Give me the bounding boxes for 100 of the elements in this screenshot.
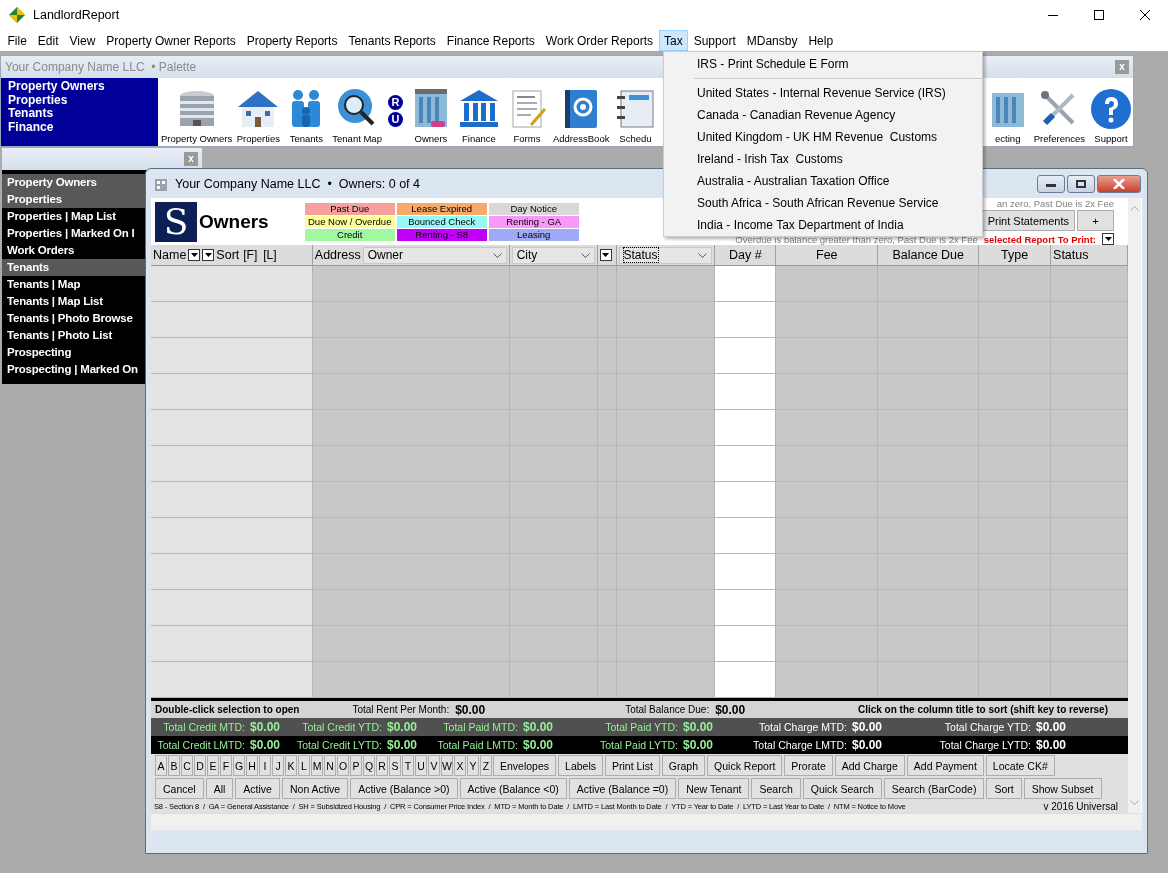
menu-item[interactable]: Tax bbox=[658, 30, 689, 51]
menu-item[interactable]: Work Order Reports bbox=[540, 30, 659, 51]
toolbar-button[interactable]: Finance bbox=[456, 87, 501, 144]
toolbar-button[interactable]: Preferences bbox=[1033, 87, 1085, 144]
action-button[interactable]: Graph bbox=[661, 755, 706, 776]
menu-item[interactable]: Canada - Canadian Revenue Agency bbox=[664, 104, 982, 126]
letter-button[interactable]: H bbox=[246, 755, 258, 776]
toolbar-button[interactable]: Support bbox=[1089, 87, 1133, 144]
letter-button[interactable]: B bbox=[168, 755, 180, 776]
section-header[interactable]: Property Owners bbox=[2, 174, 145, 191]
menu-item[interactable]: Tenants Reports bbox=[342, 30, 442, 51]
filter-button[interactable]: Sort bbox=[986, 778, 1022, 799]
letter-button[interactable]: A bbox=[155, 755, 167, 776]
column-header[interactable]: Status bbox=[1053, 248, 1089, 262]
letter-badge[interactable]: U bbox=[387, 112, 403, 127]
menu-item[interactable]: MDansby bbox=[741, 30, 803, 51]
action-button[interactable]: Envelopes bbox=[493, 755, 557, 776]
letter-badge[interactable]: R bbox=[387, 95, 403, 110]
dropdown-button[interactable] bbox=[188, 249, 201, 261]
toolbar-button[interactable]: Property Owners bbox=[161, 87, 233, 144]
letter-button[interactable]: T bbox=[402, 755, 414, 776]
menu-item[interactable]: Ireland - Irish Tax Customs bbox=[664, 148, 982, 170]
menu-item[interactable]: Property Owner Reports bbox=[100, 30, 242, 51]
owner-dropdown[interactable]: Owner bbox=[362, 246, 507, 264]
filter-button[interactable]: Active (Balance <0) bbox=[459, 778, 567, 799]
action-button[interactable]: Add Payment bbox=[906, 755, 984, 776]
city-dropdown[interactable]: City bbox=[511, 246, 595, 264]
filter-button[interactable]: Search (BarCode) bbox=[883, 778, 985, 799]
letter-button[interactable]: D bbox=[194, 755, 206, 776]
letter-button[interactable]: P bbox=[350, 755, 362, 776]
filter-button[interactable]: Non Active bbox=[281, 778, 349, 799]
menu-item[interactable]: United States - Internal Revenue Service (IRS) bbox=[664, 82, 982, 104]
letter-button[interactable]: I bbox=[259, 755, 271, 776]
action-button[interactable]: Locate CK# bbox=[985, 755, 1055, 776]
palette-nav-link[interactable]: Properties bbox=[8, 93, 158, 107]
sort-first-toggle[interactable]: [F] bbox=[241, 248, 260, 262]
toolbar-button[interactable]: Forms bbox=[504, 87, 549, 144]
dropdown-button[interactable] bbox=[599, 249, 612, 261]
action-button[interactable]: Prorate bbox=[784, 755, 833, 776]
sort-last-toggle[interactable]: [L] bbox=[261, 248, 279, 262]
column-header[interactable]: Balance Due bbox=[892, 248, 964, 262]
filter-button[interactable]: New Tenant bbox=[678, 778, 750, 799]
letter-button[interactable]: R bbox=[376, 755, 388, 776]
close-button[interactable] bbox=[1097, 174, 1141, 193]
filter-button[interactable]: Cancel bbox=[155, 778, 204, 799]
header-button[interactable]: + bbox=[1077, 210, 1114, 231]
column-header[interactable]: Day # bbox=[729, 248, 762, 262]
letter-button[interactable]: Q bbox=[363, 755, 375, 776]
letter-button[interactable]: G bbox=[233, 755, 245, 776]
dropdown-button[interactable] bbox=[1102, 233, 1114, 245]
column-header[interactable]: Name bbox=[153, 248, 187, 262]
toolbar-button[interactable]: Schedu bbox=[613, 87, 658, 144]
letter-button[interactable]: N bbox=[324, 755, 336, 776]
toolbar-button[interactable]: Tenant Map bbox=[332, 87, 382, 144]
action-button[interactable]: Add Charge bbox=[834, 755, 905, 776]
menu-item[interactable]: Edit bbox=[32, 30, 65, 51]
vertical-scrollbar[interactable] bbox=[1128, 198, 1141, 813]
letter-button[interactable]: U bbox=[415, 755, 427, 776]
letter-button[interactable]: O bbox=[337, 755, 349, 776]
menu-item[interactable]: South Africa - South African Revenue Service bbox=[664, 192, 982, 214]
filter-button[interactable]: Active (Balance =0) bbox=[568, 778, 677, 799]
column-header[interactable]: Type bbox=[1001, 248, 1029, 262]
menu-item[interactable]: Property Reports bbox=[241, 30, 343, 51]
letter-button[interactable]: Z bbox=[480, 755, 492, 776]
letter-button[interactable]: K bbox=[285, 755, 297, 776]
status-dropdown[interactable]: Status bbox=[618, 246, 713, 264]
action-button[interactable]: Labels bbox=[558, 755, 603, 776]
section-header[interactable]: Tenants bbox=[2, 259, 145, 276]
letter-button[interactable]: L bbox=[298, 755, 310, 776]
letter-button[interactable]: V bbox=[428, 755, 440, 776]
toolbar-button[interactable]: Owners bbox=[408, 87, 453, 144]
letter-button[interactable]: C bbox=[181, 755, 193, 776]
palette-nav-link[interactable]: Property Owners bbox=[8, 80, 158, 94]
column-header[interactable]: Fee bbox=[816, 248, 838, 262]
menu-item[interactable]: Finance Reports bbox=[441, 30, 541, 51]
action-button[interactable]: Quick Report bbox=[707, 755, 783, 776]
action-button[interactable]: Print List bbox=[605, 755, 660, 776]
horizontal-scrollbar[interactable] bbox=[151, 813, 1142, 830]
filter-button[interactable]: Active bbox=[235, 778, 280, 799]
menu-item[interactable]: View bbox=[64, 30, 101, 51]
filter-button[interactable]: Search bbox=[751, 778, 801, 799]
menu-item[interactable]: File bbox=[2, 30, 33, 51]
toolbar-button[interactable]: Tenants bbox=[284, 87, 329, 144]
toolbar-button[interactable]: AddressBook bbox=[552, 87, 610, 144]
maximize-button[interactable] bbox=[1067, 174, 1095, 193]
toolbar-button[interactable]: Properties bbox=[236, 87, 281, 144]
letter-button[interactable]: Y bbox=[467, 755, 479, 776]
toolbar-button[interactable]: ecting bbox=[985, 87, 1030, 144]
section-header[interactable]: Properties bbox=[2, 191, 145, 208]
filter-button[interactable]: Show Subset bbox=[1023, 778, 1102, 799]
menu-item[interactable]: India - Income Tax Department of India bbox=[664, 214, 982, 236]
filter-button[interactable]: Active (Balance >0) bbox=[350, 778, 458, 799]
menu-item[interactable]: Support bbox=[688, 30, 742, 51]
letter-button[interactable]: J bbox=[272, 755, 284, 776]
filter-button[interactable]: All bbox=[205, 778, 234, 799]
menu-item[interactable]: Australia - Australian Taxation Office bbox=[664, 170, 982, 192]
letter-button[interactable]: M bbox=[311, 755, 323, 776]
letter-button[interactable]: F bbox=[220, 755, 232, 776]
menu-item[interactable]: Help bbox=[802, 30, 839, 51]
minimize-button[interactable] bbox=[1037, 174, 1065, 193]
